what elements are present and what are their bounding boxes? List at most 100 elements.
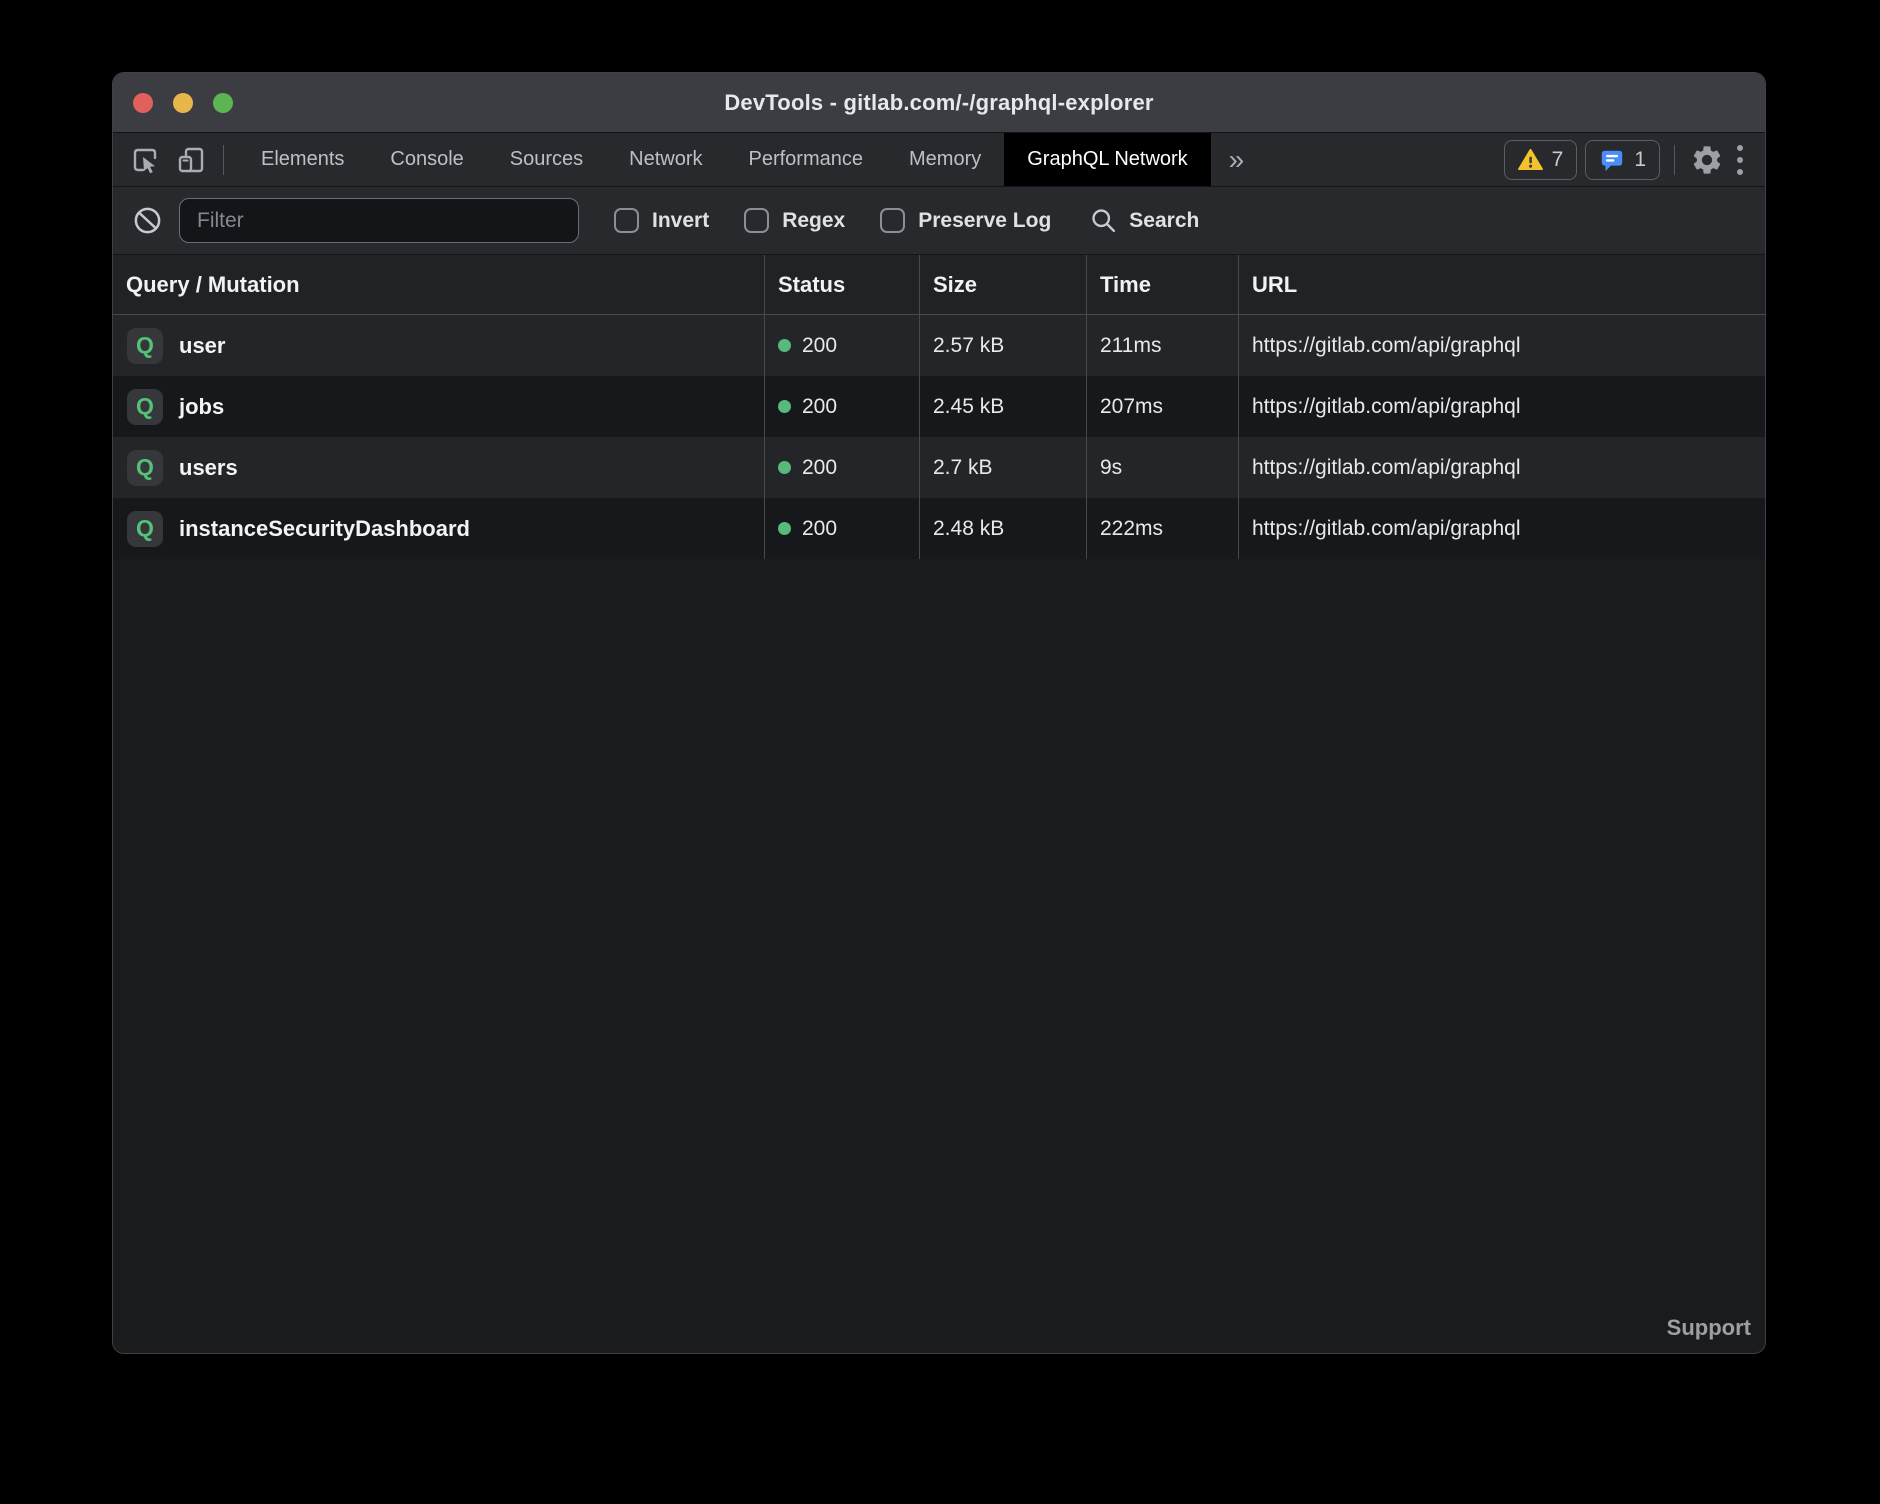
size-cell: 2.7 kB — [920, 437, 1087, 498]
issues-badge[interactable]: 1 — [1585, 140, 1660, 180]
query-type-badge: Q — [127, 389, 163, 425]
url-cell: https://gitlab.com/api/graphql — [1239, 315, 1765, 376]
query-cell: Q jobs — [113, 376, 765, 437]
toolbar-divider-right — [1674, 145, 1675, 175]
url-cell: https://gitlab.com/api/graphql — [1239, 498, 1765, 559]
query-name: users — [179, 455, 238, 481]
time-cell: 211ms — [1087, 315, 1239, 376]
query-name: user — [179, 333, 225, 359]
size-cell: 2.45 kB — [920, 376, 1087, 437]
query-type-badge: Q — [127, 511, 163, 547]
empty-panel-area: Support — [113, 559, 1765, 1353]
traffic-lights — [133, 73, 233, 132]
table-row[interactable]: Q jobs 200 2.45 kB 207ms https://gitlab.… — [113, 376, 1765, 437]
gear-icon — [1690, 143, 1724, 177]
device-toolbar-icon — [175, 144, 207, 176]
zoom-window-button[interactable] — [213, 93, 233, 113]
tab-graphql-network[interactable]: GraphQL Network — [1004, 133, 1210, 186]
toggle-device-toolbar-button[interactable] — [173, 142, 209, 178]
regex-checkbox-group: Regex — [744, 208, 845, 233]
tab-console[interactable]: Console — [367, 133, 486, 186]
column-header-status[interactable]: Status — [765, 255, 920, 314]
tab-performance[interactable]: Performance — [726, 133, 887, 186]
url-cell: https://gitlab.com/api/graphql — [1239, 437, 1765, 498]
inspect-element-button[interactable] — [127, 142, 163, 178]
title-bar: DevTools - gitlab.com/-/graphql-explorer — [113, 73, 1765, 133]
invert-checkbox-group: Invert — [614, 208, 709, 233]
more-options-button[interactable] — [1737, 145, 1743, 175]
query-cell: Q user — [113, 315, 765, 376]
tab-memory[interactable]: Memory — [886, 133, 1004, 186]
search-label: Search — [1129, 209, 1199, 233]
size-cell: 2.48 kB — [920, 498, 1087, 559]
desktop-background: DevTools - gitlab.com/-/graphql-explorer… — [0, 0, 1880, 1504]
tab-sources[interactable]: Sources — [487, 133, 606, 186]
status-cell: 200 — [765, 437, 920, 498]
size-cell: 2.57 kB — [920, 315, 1087, 376]
query-name: instanceSecurityDashboard — [179, 516, 470, 542]
url-cell: https://gitlab.com/api/graphql — [1239, 376, 1765, 437]
invert-checkbox[interactable] — [614, 208, 639, 233]
toolbar-divider — [223, 145, 224, 175]
kebab-dot — [1737, 145, 1743, 151]
column-header-url[interactable]: URL — [1239, 255, 1765, 314]
query-cell: Q users — [113, 437, 765, 498]
panel-tabs: Elements Console Sources Network Perform… — [238, 133, 1211, 186]
query-type-badge: Q — [127, 328, 163, 364]
preserve-log-checkbox[interactable] — [880, 208, 905, 233]
status-cell: 200 — [765, 498, 920, 559]
regex-label[interactable]: Regex — [782, 209, 845, 233]
settings-button[interactable] — [1689, 142, 1725, 178]
warnings-count: 7 — [1552, 148, 1564, 172]
support-link[interactable]: Support — [1667, 1315, 1751, 1341]
warnings-badge[interactable]: 7 — [1504, 140, 1578, 180]
table-row[interactable]: Q instanceSecurityDashboard 200 2.48 kB … — [113, 498, 1765, 559]
invert-label[interactable]: Invert — [652, 209, 709, 233]
column-header-time[interactable]: Time — [1087, 255, 1239, 314]
tab-network[interactable]: Network — [606, 133, 725, 186]
status-ok-dot — [778, 461, 791, 474]
filter-input[interactable] — [179, 198, 579, 243]
status-ok-dot — [778, 400, 791, 413]
status-cell: 200 — [765, 376, 920, 437]
status-cell: 200 — [765, 315, 920, 376]
search-button[interactable]: Search — [1089, 206, 1199, 235]
column-header-size[interactable]: Size — [920, 255, 1087, 314]
issue-message-icon — [1599, 147, 1625, 173]
requests-table-header: Query / Mutation Status Size Time URL — [113, 255, 1765, 315]
minimize-window-button[interactable] — [173, 93, 193, 113]
issues-count: 1 — [1634, 148, 1646, 172]
window-title: DevTools - gitlab.com/-/graphql-explorer — [724, 90, 1153, 116]
devtools-window: DevTools - gitlab.com/-/graphql-explorer… — [112, 72, 1766, 1354]
inspect-cursor-icon — [129, 144, 161, 176]
preserve-log-checkbox-group: Preserve Log — [880, 208, 1051, 233]
status-code: 200 — [802, 395, 837, 419]
time-cell: 207ms — [1087, 376, 1239, 437]
tab-elements[interactable]: Elements — [238, 133, 367, 186]
status-ok-dot — [778, 339, 791, 352]
query-cell: Q instanceSecurityDashboard — [113, 498, 765, 559]
clear-filter-button[interactable] — [129, 203, 165, 239]
query-name: jobs — [179, 394, 224, 420]
block-icon — [132, 205, 163, 236]
table-row[interactable]: Q user 200 2.57 kB 211ms https://gitlab.… — [113, 315, 1765, 376]
kebab-dot — [1737, 169, 1743, 175]
query-type-badge: Q — [127, 450, 163, 486]
regex-checkbox[interactable] — [744, 208, 769, 233]
status-code: 200 — [802, 517, 837, 541]
status-ok-dot — [778, 522, 791, 535]
table-row[interactable]: Q users 200 2.7 kB 9s https://gitlab.com… — [113, 437, 1765, 498]
time-cell: 9s — [1087, 437, 1239, 498]
devtools-tab-bar: Elements Console Sources Network Perform… — [113, 133, 1765, 187]
search-icon — [1089, 206, 1118, 235]
filter-toolbar: Invert Regex Preserve Log Search — [113, 187, 1765, 255]
column-header-query-mutation[interactable]: Query / Mutation — [113, 255, 765, 314]
kebab-dot — [1737, 157, 1743, 163]
preserve-log-label[interactable]: Preserve Log — [918, 209, 1051, 233]
status-code: 200 — [802, 334, 837, 358]
status-code: 200 — [802, 456, 837, 480]
close-window-button[interactable] — [133, 93, 153, 113]
warning-triangle-icon — [1518, 148, 1543, 171]
more-tabs-button[interactable]: » — [1211, 144, 1263, 176]
time-cell: 222ms — [1087, 498, 1239, 559]
